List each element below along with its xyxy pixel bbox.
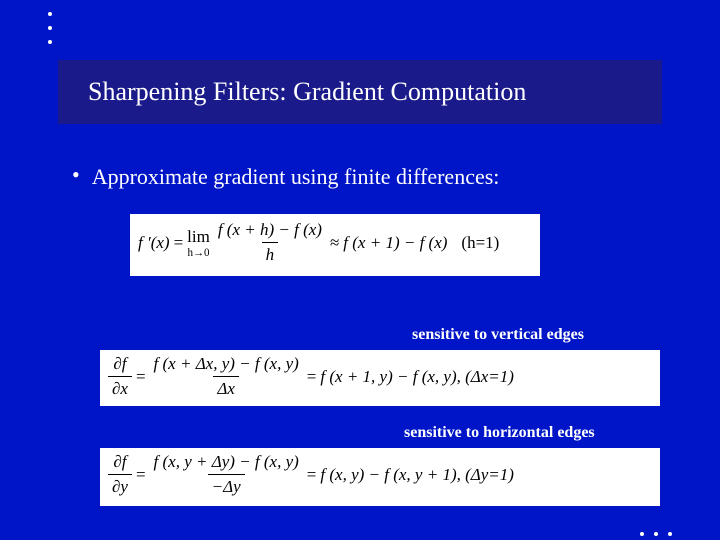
- eq1-math: f ′(x) = lim h→0 f (x + h) − f (x) h ≈ f…: [138, 220, 532, 265]
- eq3-rhs: f (x, y) − f (x, y + 1), (Δy=1): [320, 465, 514, 485]
- dot: [48, 12, 52, 16]
- decorative-dots-bottom: [640, 532, 672, 536]
- slide-title: Sharpening Filters: Gradient Computation: [88, 77, 526, 107]
- eq1-cond: (h=1): [461, 233, 499, 253]
- eq1-frac-den: h: [262, 242, 279, 265]
- eq2-math: ∂f ∂x = f (x + Δx, y) − f (x, y) Δx = f …: [108, 354, 652, 399]
- eq1-frac-num: f (x + h) − f (x): [214, 220, 326, 242]
- equation-box-1: f ′(x) = lim h→0 f (x + h) − f (x) h ≈ f…: [130, 214, 540, 276]
- eq3-d-den: ∂y: [108, 474, 132, 497]
- decorative-dots-top: [48, 12, 52, 44]
- eq3-partial: ∂f ∂y: [108, 452, 132, 497]
- title-bar: Sharpening Filters: Gradient Computation: [58, 60, 662, 124]
- caption-horizontal-edges: sensitive to horizontal edges: [404, 424, 595, 442]
- eq1-lim-top: lim: [187, 227, 210, 247]
- eq3-math: ∂f ∂y = f (x, y + Δy) − f (x, y) −Δy = f…: [108, 452, 652, 497]
- equation-box-3: ∂f ∂y = f (x, y + Δy) − f (x, y) −Δy = f…: [100, 448, 660, 506]
- eq2-frac-num: f (x + Δx, y) − f (x, y): [150, 354, 303, 376]
- dot: [668, 532, 672, 536]
- bullet-1-text: Approximate gradient using finite differ…: [92, 164, 500, 190]
- dot: [654, 532, 658, 536]
- bullet-1: • Approximate gradient using finite diff…: [72, 164, 499, 190]
- eq2-partial: ∂f ∂x: [108, 354, 132, 399]
- dot: [48, 26, 52, 30]
- eq3-frac: f (x, y + Δy) − f (x, y) −Δy: [150, 452, 303, 497]
- eq2-rhs: f (x + 1, y) − f (x, y), (Δx=1): [320, 367, 514, 387]
- eq1-rhs: f (x + 1) − f (x): [343, 233, 447, 253]
- caption-vertical-edges: sensitive to vertical edges: [412, 326, 584, 344]
- eq1-frac: f (x + h) − f (x) h: [214, 220, 326, 265]
- eq1-lim-bot: h→0: [187, 247, 209, 259]
- eq2-rhs-eq: =: [307, 367, 317, 387]
- eq2-eq: =: [136, 367, 146, 387]
- eq1-eq: =: [174, 233, 184, 253]
- eq3-frac-num: f (x, y + Δy) − f (x, y): [150, 452, 303, 474]
- eq3-d-num: ∂f: [109, 452, 130, 474]
- equation-box-2: ∂f ∂x = f (x + Δx, y) − f (x, y) Δx = f …: [100, 350, 660, 406]
- eq2-frac-den: Δx: [213, 376, 239, 399]
- bullet-dot: •: [72, 164, 80, 186]
- eq2-d-den: ∂x: [108, 376, 132, 399]
- eq1-lhs: f ′(x): [138, 233, 170, 253]
- eq1-lim: lim h→0: [187, 227, 210, 259]
- eq2-frac: f (x + Δx, y) − f (x, y) Δx: [150, 354, 303, 399]
- eq1-approx: ≈: [330, 233, 339, 253]
- dot: [640, 532, 644, 536]
- eq3-eq: =: [136, 465, 146, 485]
- delta-x-label: Δx: [262, 386, 279, 403]
- eq3-rhs-eq: =: [307, 465, 317, 485]
- eq3-frac-den: −Δy: [208, 474, 245, 497]
- eq2-d-num: ∂f: [109, 354, 130, 376]
- dot: [48, 40, 52, 44]
